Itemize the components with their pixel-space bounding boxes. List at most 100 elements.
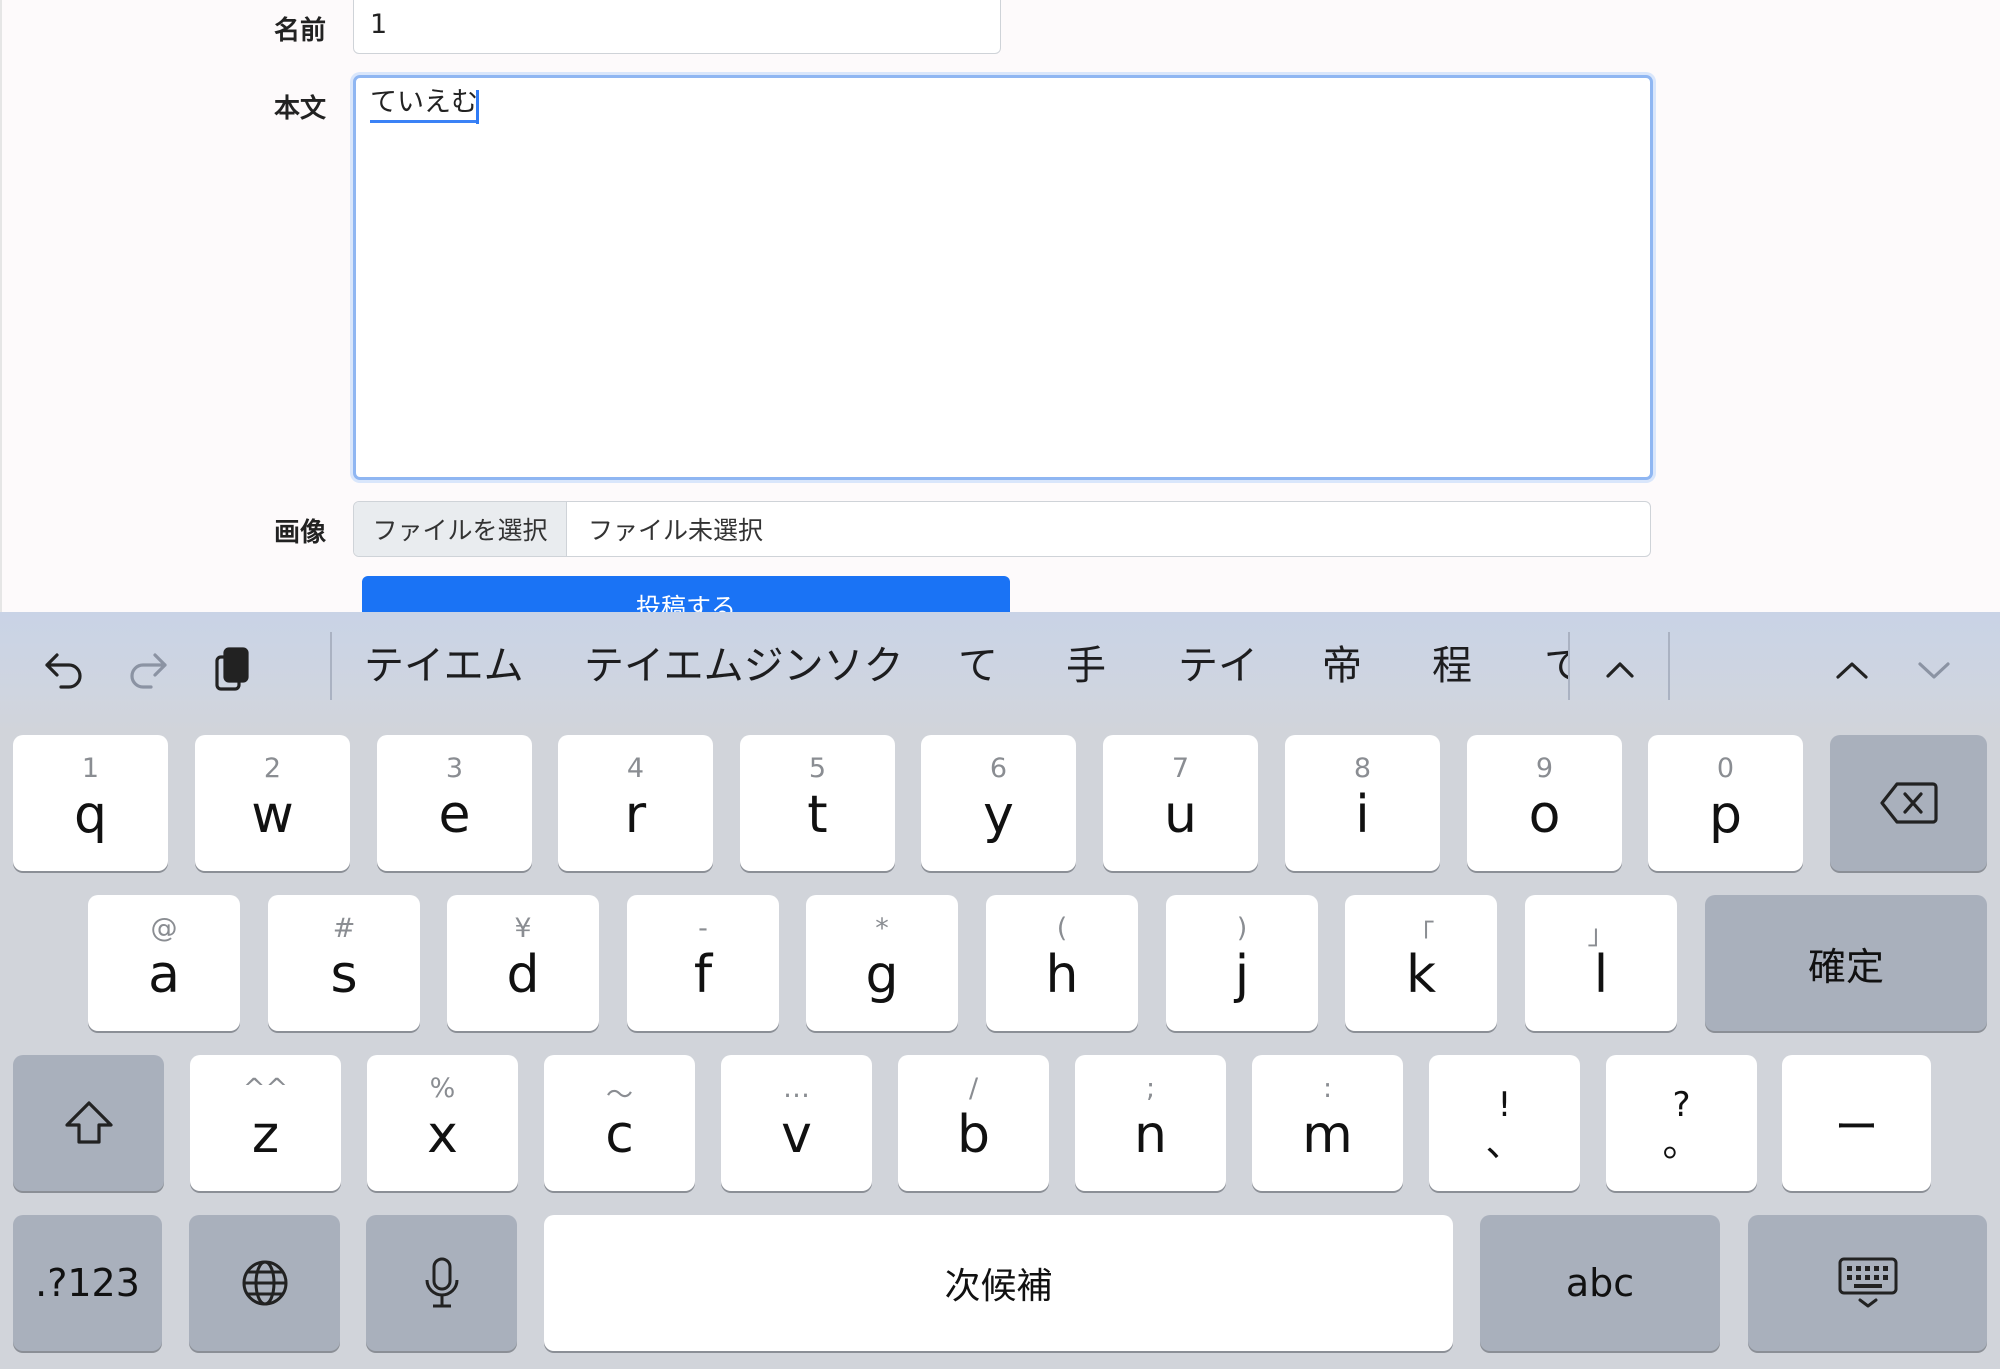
- key-e[interactable]: 3e: [377, 735, 532, 871]
- chevron-down-icon[interactable]: [1904, 640, 1964, 700]
- key-sub: :: [1322, 1073, 1333, 1104]
- key-main: x: [427, 1105, 458, 1165]
- chevron-up-icon[interactable]: [1822, 640, 1882, 700]
- key-b[interactable]: / b: [898, 1055, 1049, 1191]
- key-main: d: [506, 945, 540, 1005]
- key-main: b: [956, 1105, 990, 1165]
- key-u[interactable]: 7u: [1103, 735, 1258, 871]
- backspace-key[interactable]: [1830, 735, 1987, 871]
- key-main: 。: [1662, 1121, 1701, 1165]
- globe-key[interactable]: [189, 1215, 340, 1351]
- key-w[interactable]: 2w: [195, 735, 350, 871]
- key-sub: %: [429, 1073, 456, 1104]
- file-input[interactable]: ファイルを選択 ファイル未選択: [353, 501, 1651, 557]
- key-x[interactable]: % x: [367, 1055, 518, 1191]
- key-exclamation-comma[interactable]: ! 、: [1429, 1055, 1580, 1191]
- key-h[interactable]: (h: [986, 895, 1138, 1031]
- key-main: o: [1528, 785, 1561, 845]
- candidate-item[interactable]: テイエムジンソク: [584, 640, 904, 692]
- key-j[interactable]: ) j: [1166, 895, 1318, 1031]
- numbers-key[interactable]: .?123: [13, 1215, 162, 1351]
- candidate-item[interactable]: 程: [1432, 640, 1472, 692]
- key-r[interactable]: 4r: [558, 735, 713, 871]
- key-sub: ): [1236, 913, 1248, 944]
- choose-file-button[interactable]: ファイルを選択: [354, 502, 567, 556]
- key-sub: -: [698, 913, 708, 944]
- key-v[interactable]: … v: [721, 1055, 872, 1191]
- shift-key[interactable]: [13, 1055, 164, 1191]
- confirm-key[interactable]: 確定: [1705, 895, 1987, 1031]
- key-y[interactable]: 6y: [921, 735, 1076, 871]
- key-main: k: [1405, 945, 1437, 1005]
- key-i[interactable]: 8i: [1285, 735, 1440, 871]
- space-next-candidate-key[interactable]: 次候補: [544, 1215, 1453, 1351]
- submit-label: 投稿する: [635, 593, 736, 612]
- key-l[interactable]: 」 l: [1525, 895, 1677, 1031]
- expand-candidates-icon[interactable]: [1590, 640, 1650, 700]
- microphone-key[interactable]: [366, 1215, 517, 1351]
- candidate-item[interactable]: 帝: [1322, 640, 1362, 692]
- candidate-item[interactable]: テイエム: [364, 640, 524, 692]
- text-caret: [476, 90, 479, 124]
- name-input[interactable]: 1: [353, 0, 1001, 54]
- key-sub: *: [875, 913, 889, 944]
- key-t[interactable]: 5t: [740, 735, 895, 871]
- file-status-text: ファイル未選択: [588, 516, 764, 545]
- key-long-vowel[interactable]: ー: [1782, 1055, 1931, 1191]
- abc-label: abc: [1565, 1261, 1635, 1305]
- key-q[interactable]: 1q: [13, 735, 168, 871]
- paste-icon[interactable]: [202, 640, 262, 700]
- key-n[interactable]: ; n: [1075, 1055, 1226, 1191]
- key-sub: @: [150, 913, 178, 944]
- key-sub: …: [783, 1073, 810, 1104]
- key-z[interactable]: ^^ z: [190, 1055, 341, 1191]
- redo-icon[interactable]: [118, 640, 178, 700]
- confirm-label: 確定: [1807, 944, 1884, 989]
- keyboard-toolbar: テイエム テイエムジンソク て 手 テイ 帝 程 て: [0, 612, 2000, 724]
- candidate-item[interactable]: 手: [1066, 640, 1106, 692]
- key-main: s: [330, 945, 358, 1005]
- key-sub: 2: [263, 753, 282, 784]
- key-main: e: [438, 785, 471, 845]
- dismiss-keyboard-key[interactable]: [1748, 1215, 1987, 1351]
- key-sub: ;: [1145, 1073, 1156, 1104]
- microphone-icon: [366, 1215, 517, 1351]
- key-main: n: [1134, 1105, 1167, 1165]
- key-main: m: [1302, 1105, 1353, 1165]
- body-textarea[interactable]: ていえむ: [353, 75, 1653, 480]
- key-main: q: [73, 785, 107, 845]
- candidate-item[interactable]: て: [1544, 640, 1568, 692]
- key-main: f: [693, 945, 713, 1005]
- abc-key[interactable]: abc: [1480, 1215, 1720, 1351]
- key-sub: 9: [1535, 753, 1554, 784]
- undo-icon[interactable]: [34, 640, 94, 700]
- key-sub: 5: [808, 753, 827, 784]
- key-sub: (: [1056, 913, 1068, 944]
- toolbar-separator: [1668, 632, 1670, 700]
- submit-button[interactable]: 投稿する: [362, 576, 1010, 612]
- key-m[interactable]: :m: [1252, 1055, 1403, 1191]
- candidate-item[interactable]: テイ: [1178, 640, 1258, 692]
- key-main: h: [1045, 945, 1079, 1005]
- key-question-period[interactable]: ? 。: [1606, 1055, 1757, 1191]
- key-g[interactable]: * g: [806, 895, 958, 1031]
- key-o[interactable]: 9o: [1467, 735, 1622, 871]
- key-main: y: [983, 785, 1014, 845]
- key-k[interactable]: 「k: [1345, 895, 1497, 1031]
- key-a[interactable]: @ a: [88, 895, 240, 1031]
- key-p[interactable]: 0p: [1648, 735, 1803, 871]
- key-f[interactable]: -f: [627, 895, 779, 1031]
- numbers-label: .?123: [35, 1261, 140, 1305]
- key-d[interactable]: ¥ d: [447, 895, 599, 1031]
- key-sub: #: [332, 913, 356, 944]
- key-main: r: [624, 785, 647, 845]
- toolbar-separator: [330, 632, 332, 700]
- body-label: 本文: [274, 94, 327, 124]
- key-sub: 1: [81, 753, 100, 784]
- composing-text: ていえむ: [370, 86, 478, 123]
- key-c[interactable]: 〜 c: [544, 1055, 695, 1191]
- candidate-item[interactable]: て: [958, 640, 998, 692]
- keyboard-hide-icon: [1748, 1215, 1987, 1351]
- key-s[interactable]: # s: [268, 895, 420, 1031]
- key-main: u: [1164, 785, 1197, 845]
